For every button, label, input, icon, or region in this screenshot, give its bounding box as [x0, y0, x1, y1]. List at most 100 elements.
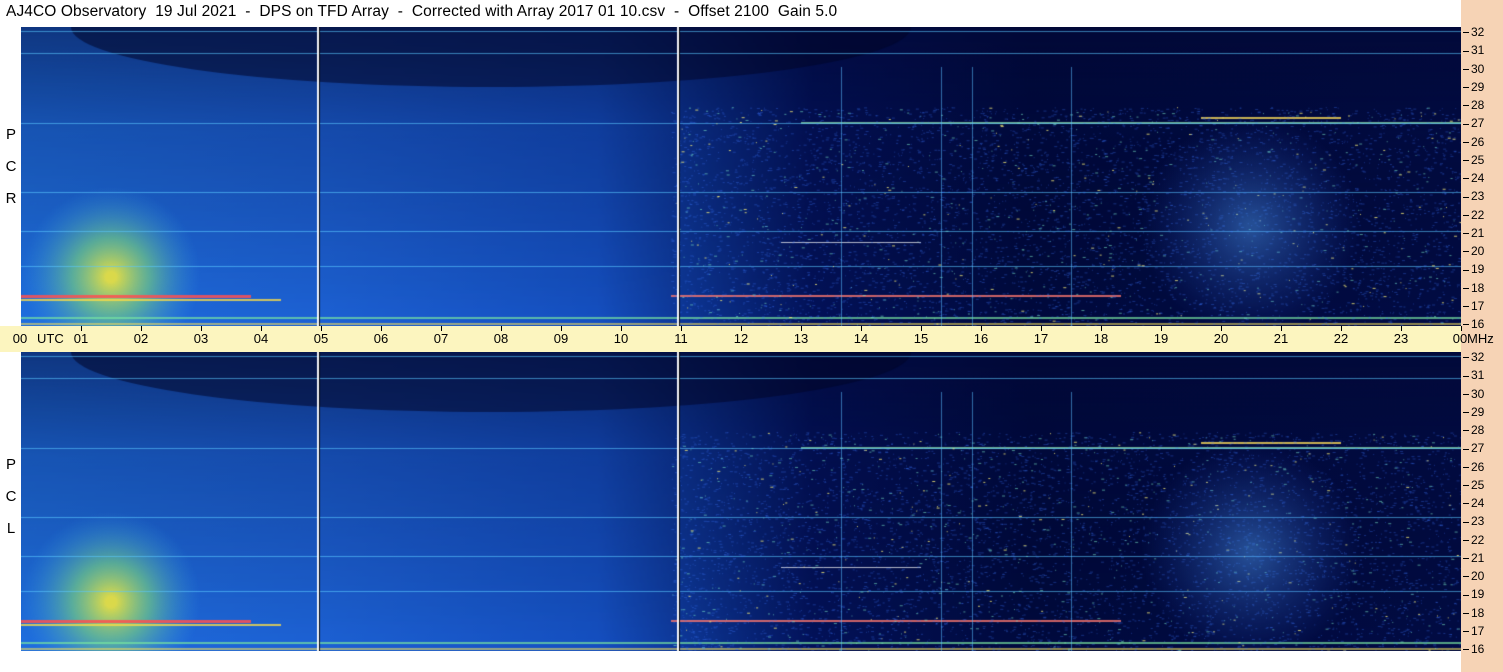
frequency-tick-text: 22 — [1471, 207, 1485, 222]
time-tick-mark — [621, 326, 622, 331]
time-tick-label: 20 — [1213, 331, 1229, 346]
time-tick-label: 02 — [133, 331, 149, 346]
lcp-label: P C L — [3, 455, 19, 551]
frequency-tick-label: 19 — [1463, 588, 1484, 600]
frequency-tick-mark — [1463, 123, 1469, 125]
time-tick-label: 16 — [973, 331, 989, 346]
frequency-tick-text: 17 — [1471, 623, 1485, 638]
time-tick-label: 23 — [1393, 331, 1409, 346]
frequency-tick-text: 16 — [1471, 642, 1485, 656]
frequency-tick-mark — [1463, 375, 1469, 377]
frequency-tick-mark — [1463, 32, 1469, 34]
frequency-tick-label: 26 — [1463, 461, 1484, 473]
frequency-tick-label: 22 — [1463, 534, 1484, 546]
utc-label: UTC — [37, 331, 64, 346]
frequency-tick-label: 24 — [1463, 497, 1484, 509]
frequency-tick-text: 18 — [1471, 605, 1485, 620]
frequency-tick-label: 28 — [1463, 99, 1484, 111]
frequency-tick-mark — [1463, 178, 1469, 180]
time-start-label: 00 — [12, 331, 28, 346]
lcp-label-letter: C — [5, 488, 17, 505]
frequency-tick-label: 18 — [1463, 607, 1484, 619]
time-tick-mark — [141, 326, 142, 331]
frequency-tick-label: 25 — [1463, 154, 1484, 166]
time-tick-label: 07 — [433, 331, 449, 346]
frequency-tick-text: 24 — [1471, 171, 1485, 185]
rcp-label-letter: C — [5, 158, 17, 175]
mhz-label: MHz — [1467, 331, 1494, 346]
time-tick-label: 14 — [853, 331, 869, 346]
lcp-spectrogram — [21, 352, 1461, 651]
frequency-tick-text: 32 — [1471, 350, 1485, 364]
time-tick-label: 04 — [253, 331, 269, 346]
frequency-tick-text: 30 — [1471, 386, 1485, 401]
frequency-tick-label: 24 — [1463, 172, 1484, 184]
frequency-tick-text: 23 — [1471, 514, 1485, 529]
frequency-tick-text: 29 — [1471, 79, 1485, 94]
frequency-tick-mark — [1463, 631, 1469, 633]
frequency-tick-text: 27 — [1471, 441, 1485, 456]
frequency-tick-label: 31 — [1463, 369, 1484, 381]
time-tick-mark — [441, 326, 442, 331]
frequency-tick-label: 27 — [1463, 442, 1484, 454]
time-tick-mark — [1161, 326, 1162, 331]
frequency-tick-mark — [1463, 393, 1469, 395]
time-tick-mark — [501, 326, 502, 331]
frequency-tick-mark — [1463, 141, 1469, 143]
frequency-tick-text: 30 — [1471, 61, 1485, 76]
frequency-tick-text: 26 — [1471, 459, 1485, 474]
frequency-tick-text: 20 — [1471, 244, 1485, 258]
rcp-label-letter: P — [5, 126, 16, 143]
frequency-tick-mark — [1463, 233, 1469, 235]
frequency-tick-mark — [1463, 214, 1469, 216]
time-tick-label: 00 — [1452, 331, 1468, 346]
time-tick-mark — [1041, 326, 1042, 331]
time-tick-label: 17 — [1033, 331, 1049, 346]
frequency-tick-mark — [1463, 485, 1469, 487]
frequency-tick-label: 31 — [1463, 44, 1484, 56]
time-tick-label: 10 — [613, 331, 629, 346]
time-tick-label: 08 — [493, 331, 509, 346]
time-tick-mark — [1101, 326, 1102, 331]
frequency-tick-label: 32 — [1463, 351, 1484, 363]
time-tick-mark — [921, 326, 922, 331]
time-tick-label: 11 — [674, 331, 688, 346]
frequency-tick-text: 22 — [1471, 532, 1485, 547]
frequency-tick-text: 31 — [1471, 368, 1485, 383]
frequency-tick-mark — [1463, 196, 1469, 198]
time-tick-mark — [681, 326, 682, 331]
frequency-tick-mark — [1463, 357, 1469, 359]
frequency-tick-label: 29 — [1463, 406, 1484, 418]
frequency-tick-mark — [1463, 430, 1469, 432]
frequency-tick-label: 20 — [1463, 570, 1484, 582]
rcp-frequency-axis: 32 31 30 29 28 27 26 25 24 23 22 21 20 19 18 17 16 — [1463, 26, 1503, 330]
time-tick-label: 22 — [1333, 331, 1349, 346]
frequency-tick-mark — [1463, 287, 1469, 289]
frequency-tick-text: 17 — [1471, 298, 1485, 313]
time-tick-label: 09 — [553, 331, 569, 346]
frequency-tick-label: 18 — [1463, 282, 1484, 294]
time-tick-label: 21 — [1273, 331, 1289, 346]
frequency-tick-text: 32 — [1471, 25, 1485, 39]
frequency-tick-text: 21 — [1471, 550, 1485, 565]
frequency-tick-text: 29 — [1471, 404, 1485, 419]
time-tick-mark — [561, 326, 562, 331]
frequency-tick-mark — [1463, 558, 1469, 560]
lcp-label-letter: L — [6, 520, 16, 537]
frequency-tick-label: 32 — [1463, 26, 1484, 38]
frequency-tick-text: 25 — [1471, 477, 1485, 492]
frequency-tick-mark — [1463, 503, 1469, 505]
time-tick-label: 05 — [313, 331, 329, 346]
time-tick-label: 18 — [1093, 331, 1109, 346]
frequency-tick-label: 19 — [1463, 263, 1484, 275]
time-tick-label: 13 — [793, 331, 809, 346]
time-tick-label: 12 — [733, 331, 749, 346]
frequency-tick-label: 16 — [1463, 643, 1484, 655]
frequency-tick-label: 17 — [1463, 625, 1484, 637]
frequency-tick-mark — [1463, 306, 1469, 308]
window-title: AJ4CO Observatory 19 Jul 2021 - DPS on T… — [6, 3, 838, 20]
time-axis-band — [0, 326, 1461, 352]
time-tick-label: 06 — [373, 331, 389, 346]
frequency-tick-mark — [1463, 594, 1469, 596]
frequency-tick-text: 23 — [1471, 189, 1485, 204]
